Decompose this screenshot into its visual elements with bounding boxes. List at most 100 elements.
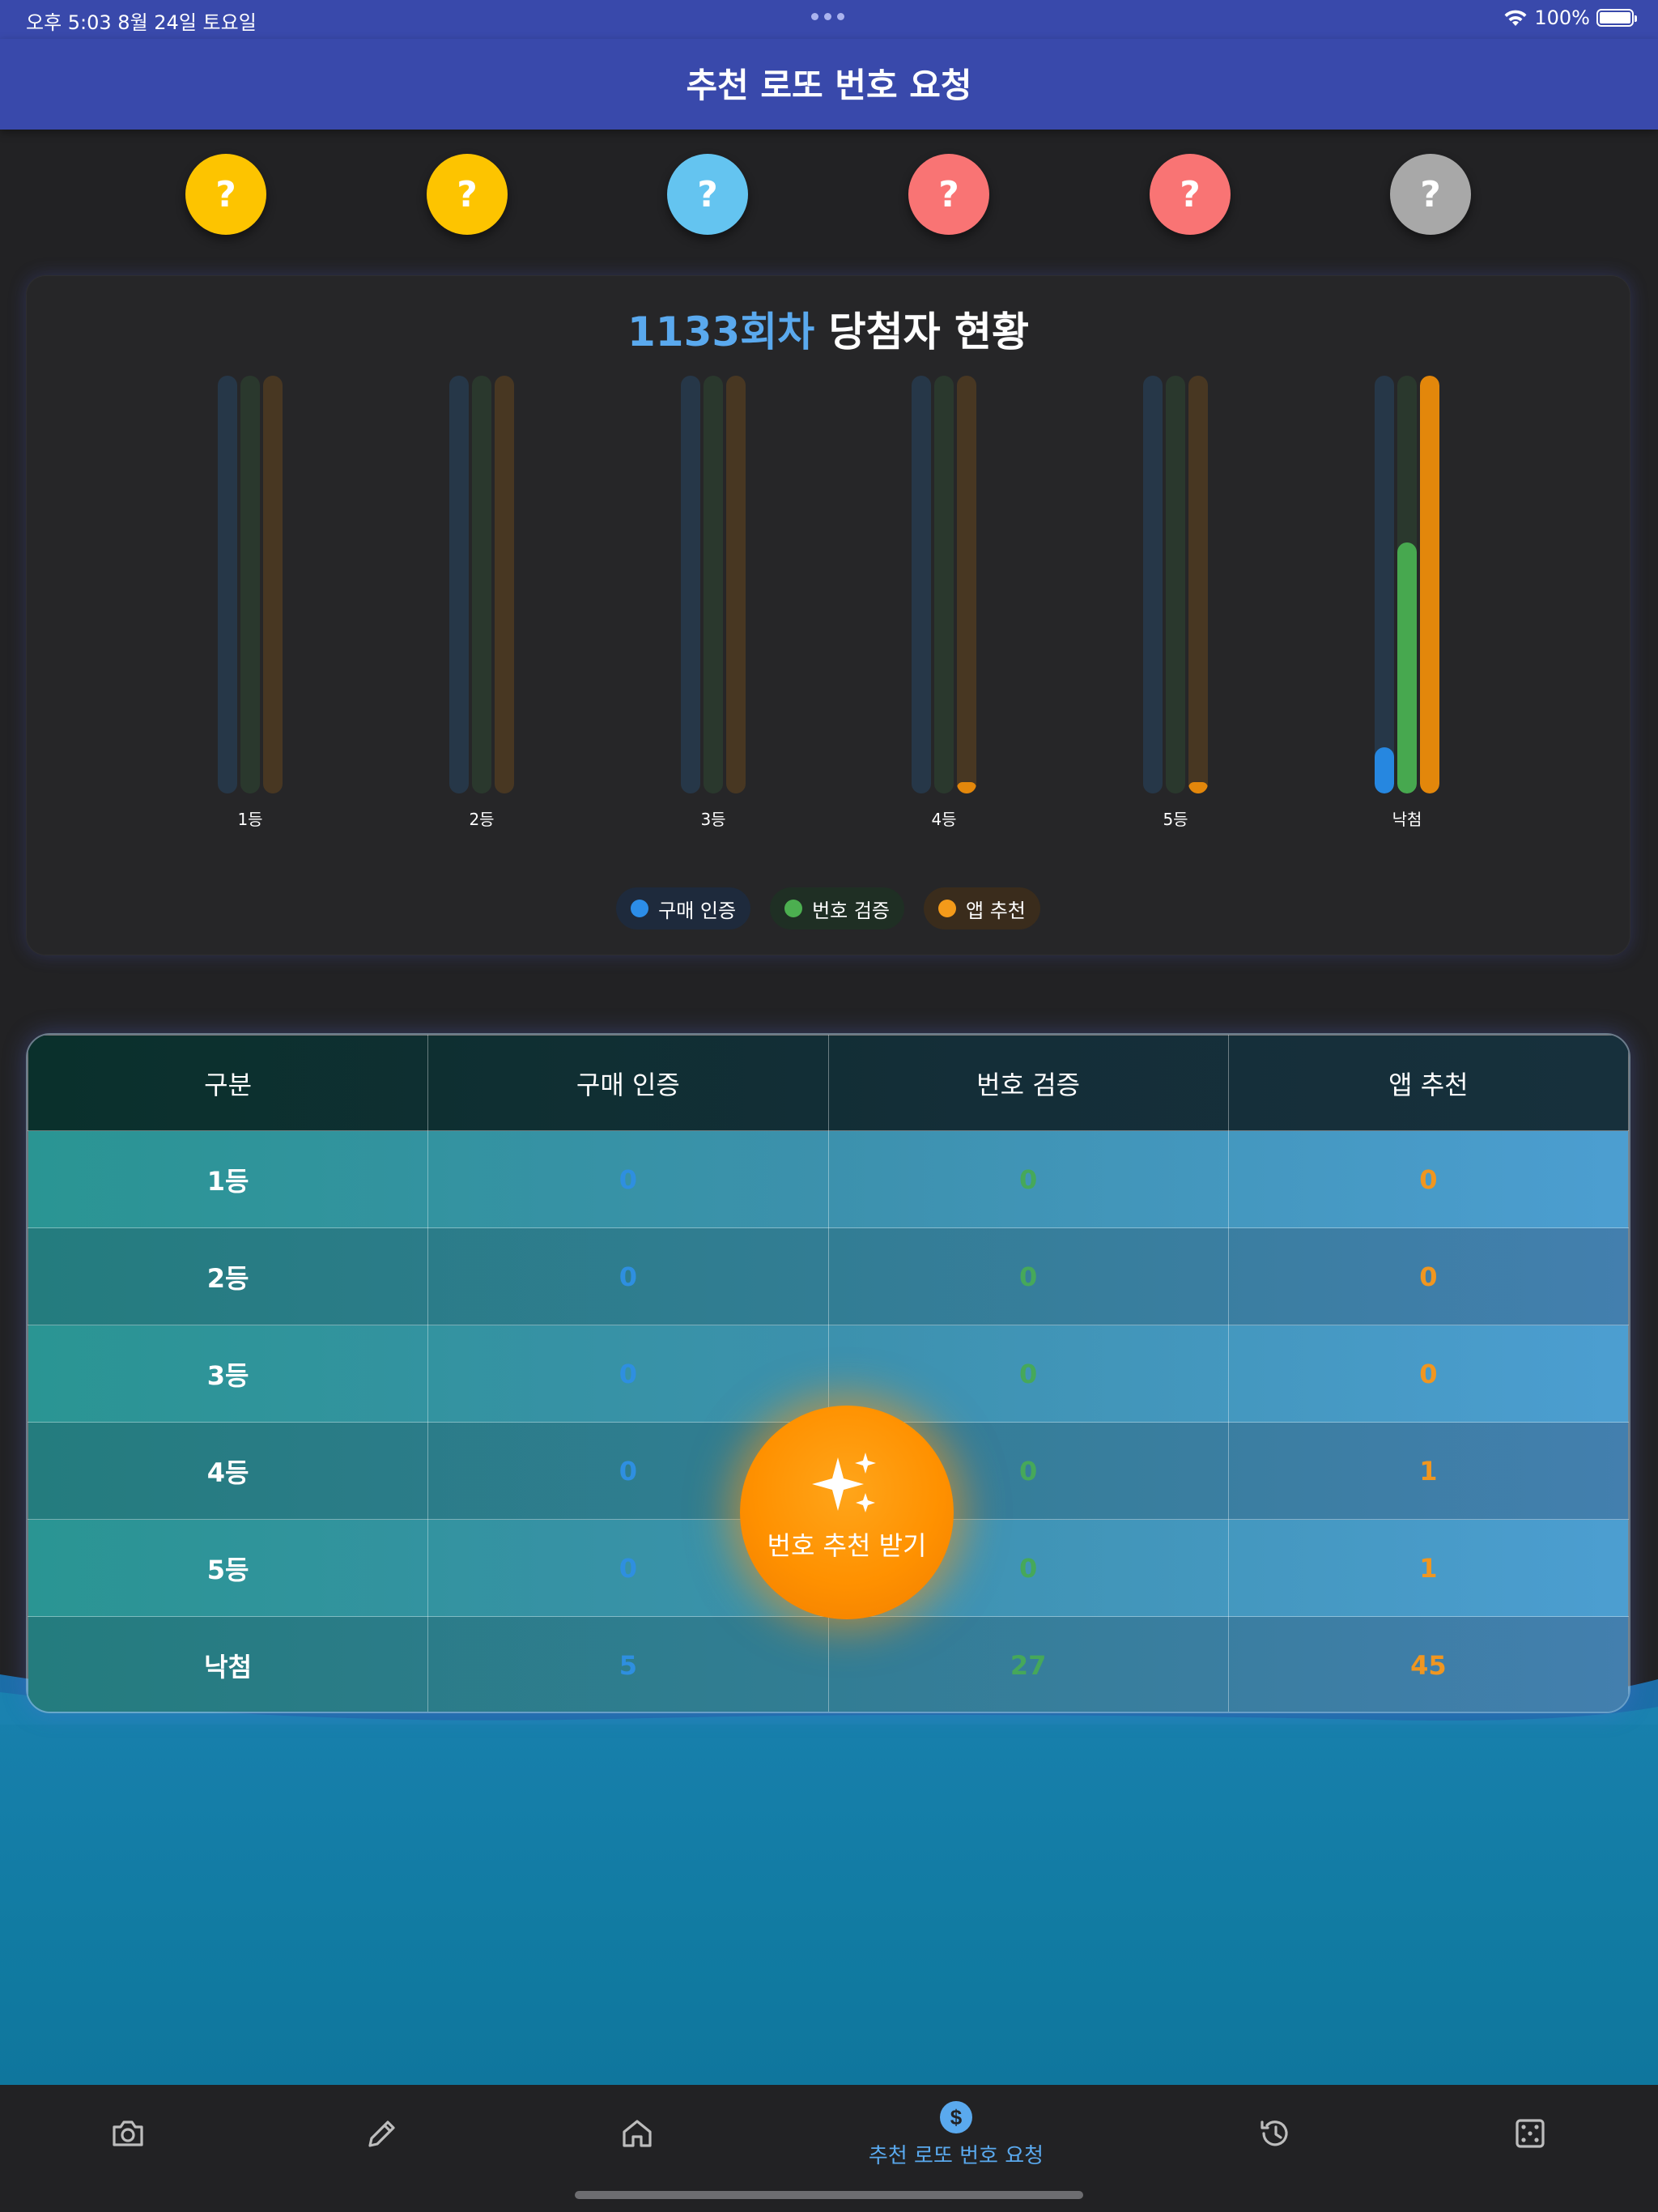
table-row: 낙첨 5 27 45 [28, 1616, 1629, 1712]
app-count-cell: 0 [1227, 1130, 1629, 1228]
lotto-balls: ? ? ? ? ? ? [0, 154, 1658, 238]
page-title: 추천 로또 번호 요청 [686, 66, 972, 105]
nav-label-recommend: 추천 로또 번호 요청 [868, 2143, 1044, 2168]
bar-track [263, 376, 283, 793]
legend-dot [631, 900, 649, 917]
lotto-ball: ? [1150, 154, 1231, 235]
bar-track [681, 376, 700, 793]
purchase-count-cell: 0 [427, 1227, 829, 1325]
sparkles-icon [812, 1453, 876, 1512]
bar-track [1166, 376, 1185, 793]
round-label: 1133회차 [627, 308, 815, 355]
legend-item-app: 앱 추천 [924, 887, 1040, 929]
verify-count-cell: 0 [827, 1130, 1229, 1228]
legend-label: 번호 검증 [812, 899, 891, 922]
bar-track [1420, 376, 1439, 793]
column-header: 앱 추천 [1227, 1035, 1629, 1131]
app-count-cell: 0 [1227, 1325, 1629, 1423]
rank-cell: 1등 [28, 1130, 429, 1228]
home-icon [623, 2120, 652, 2147]
chart-legend: 구매 인증 번호 검증 앱 추천 [26, 887, 1630, 929]
bar-낙첨-2 [1420, 376, 1439, 793]
bar-track [240, 376, 260, 793]
verify-count-cell: 0 [827, 1325, 1229, 1423]
bar-track [218, 376, 237, 793]
lotto-ball: ? [1390, 154, 1471, 235]
x-tick-label: 5등 [1163, 810, 1188, 829]
nav-item-edit[interactable] [253, 2085, 512, 2182]
svg-text:$: $ [950, 2105, 963, 2129]
rank-cell: 2등 [28, 1227, 429, 1325]
wifi-icon [1504, 10, 1527, 26]
x-tick-label: 낙첨 [1392, 810, 1422, 829]
app-count-cell: 1 [1227, 1422, 1629, 1520]
bar-track [934, 376, 954, 793]
battery-icon [1596, 9, 1637, 27]
multitasking-dots-icon[interactable] [811, 13, 844, 20]
lotto-ball: ? [667, 154, 748, 235]
rank-cell: 5등 [28, 1519, 429, 1617]
app-count-cell: 1 [1227, 1519, 1629, 1617]
bar-track [726, 376, 746, 793]
legend-item-purchase: 구매 인증 [616, 887, 751, 929]
bar-4등-2 [957, 782, 976, 793]
bar-track [449, 376, 469, 793]
get-recommendation-button[interactable]: 번호 추천 받기 [740, 1406, 954, 1619]
chart-title: 1133회차 당첨자 현황 [26, 300, 1630, 358]
status-right: 100% [1503, 6, 1637, 29]
legend-dot [938, 900, 957, 917]
bar-track [472, 376, 491, 793]
bar-track [495, 376, 514, 793]
bar-track [704, 376, 723, 793]
bar-track [1375, 376, 1394, 793]
bar-track [912, 376, 931, 793]
bar-5등-2 [1188, 782, 1208, 793]
column-header: 구매 인증 [427, 1035, 829, 1131]
bar-낙첨-1 [1397, 542, 1417, 793]
background-wave-area [0, 1700, 1658, 2085]
verify-count-cell: 27 [827, 1616, 1229, 1712]
table-header-row: 구분 구매 인증 번호 검증 앱 추천 [28, 1035, 1629, 1131]
legend-item-verify: 번호 검증 [770, 887, 905, 929]
nav-item-recommend[interactable]: $ 추천 로또 번호 요청 [827, 2085, 1086, 2182]
app-count-cell: 0 [1227, 1227, 1629, 1325]
purchase-count-cell: 0 [427, 1130, 829, 1228]
nav-item-camera[interactable] [0, 2085, 257, 2182]
legend-dot [784, 900, 803, 917]
status-bar: 오후 5:03 8월 24일 토요일 100% [0, 0, 1658, 39]
history-icon [1261, 2121, 1288, 2146]
bar-track [1397, 376, 1417, 793]
bar-낙첨-0 [1375, 747, 1394, 793]
pencil-icon [368, 2121, 395, 2147]
column-header: 구분 [28, 1035, 429, 1131]
lotto-ball: ? [427, 154, 508, 235]
column-header: 번호 검증 [827, 1035, 1229, 1131]
legend-label: 구매 인증 [658, 899, 737, 922]
table-row: 2등 0 0 0 [28, 1227, 1629, 1325]
dice-icon [1516, 2119, 1545, 2148]
winner-status-card: 1133회차 당첨자 현황 1등 2등 3등 4등 5등 낙첨 구매 인증 번호 검증 앱… [26, 275, 1630, 955]
nav-item-random[interactable] [1401, 2085, 1658, 2182]
rank-cell: 낙첨 [28, 1616, 429, 1712]
fab-label: 번호 추천 받기 [767, 1530, 927, 1561]
nav-item-history[interactable] [1146, 2085, 1405, 2182]
battery-percent: 100% [1534, 6, 1590, 29]
bar-track [1143, 376, 1163, 793]
purchase-count-cell: 0 [427, 1325, 829, 1423]
x-tick-label: 4등 [931, 810, 957, 829]
x-tick-label: 3등 [700, 810, 726, 829]
bar-track [1188, 376, 1208, 793]
bar-track [957, 376, 976, 793]
app-count-cell: 45 [1227, 1616, 1629, 1712]
legend-label: 앱 추천 [966, 899, 1026, 922]
lotto-ball: ? [185, 154, 266, 235]
app-header: 추천 로또 번호 요청 [0, 39, 1658, 130]
nav-item-home[interactable] [508, 2085, 767, 2182]
lotto-ball: ? [908, 154, 989, 235]
rank-cell: 4등 [28, 1422, 429, 1520]
home-indicator[interactable] [575, 2191, 1083, 2199]
x-tick-label: 2등 [469, 810, 495, 829]
x-tick-label: 1등 [237, 810, 263, 829]
status-time: 오후 5:03 8월 24일 토요일 [26, 11, 257, 34]
purchase-count-cell: 5 [427, 1616, 829, 1712]
